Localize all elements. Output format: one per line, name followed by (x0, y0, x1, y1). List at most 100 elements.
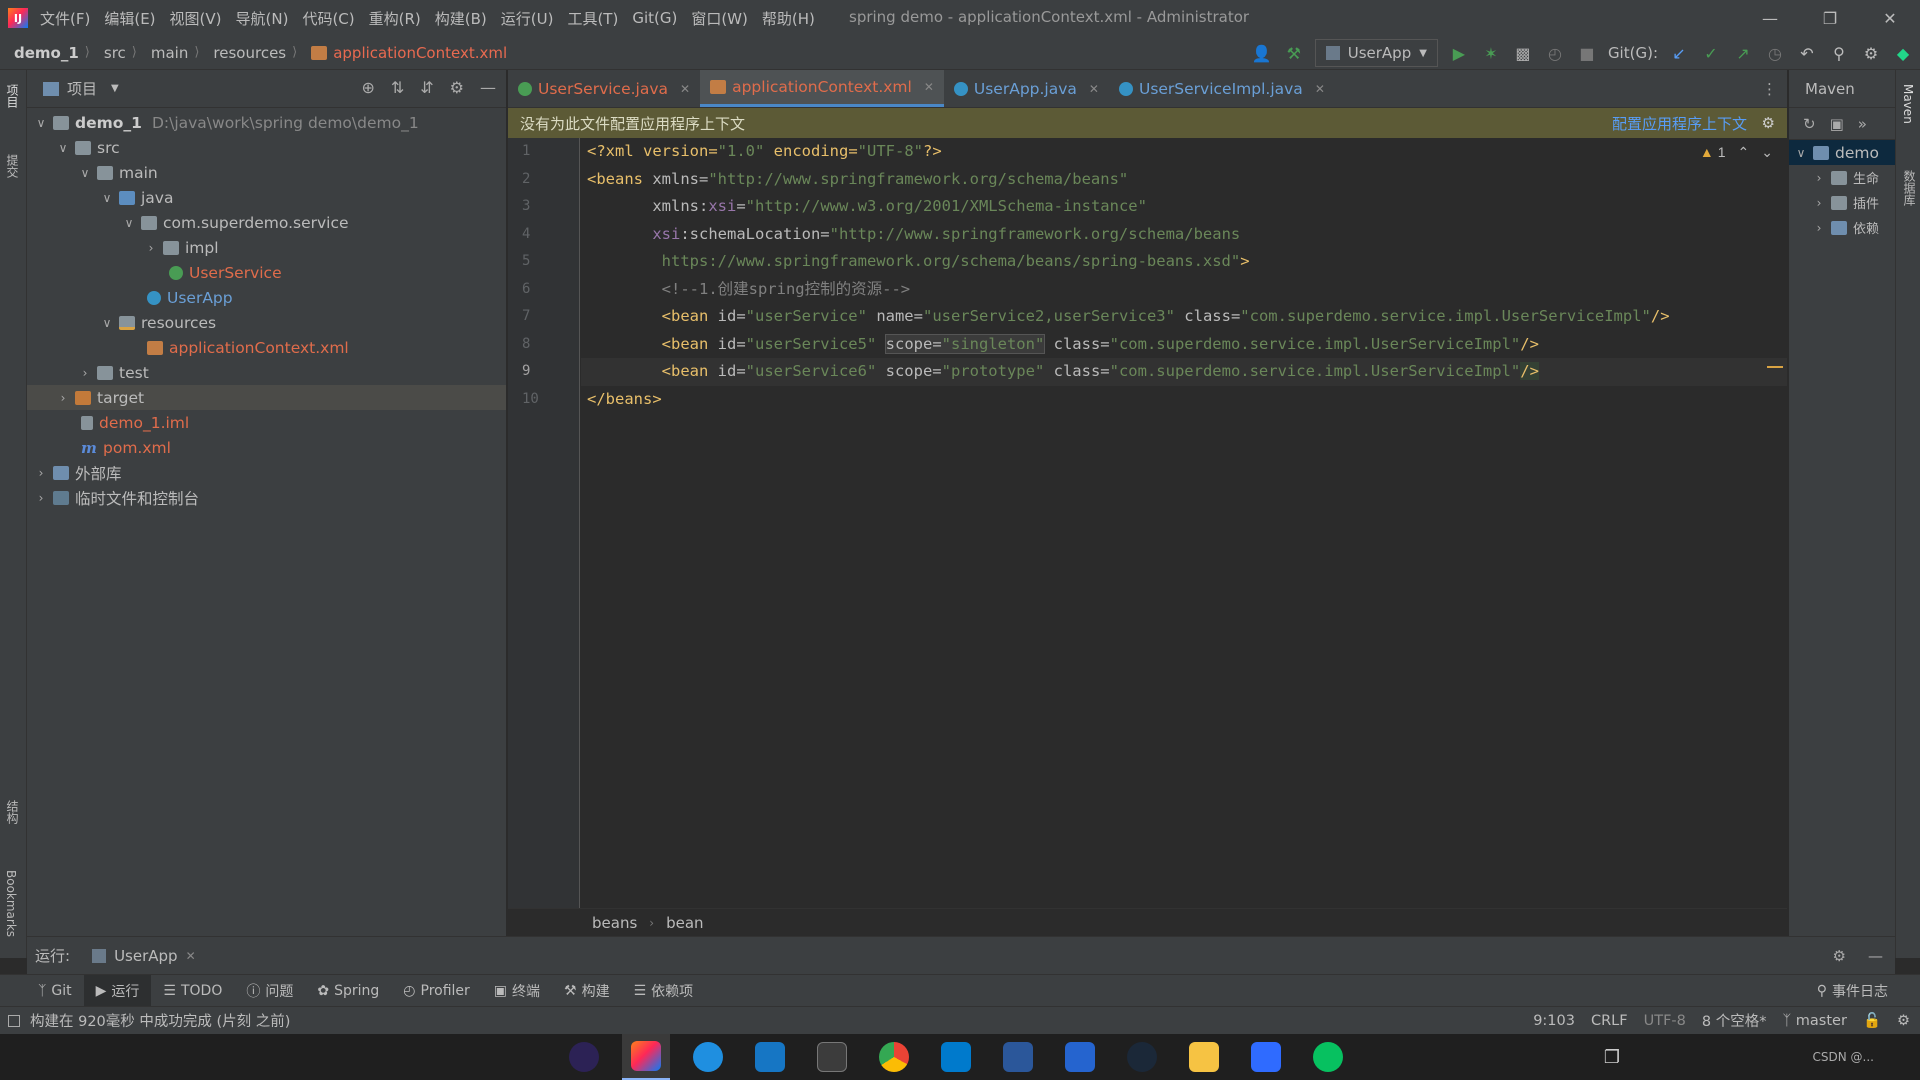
tool-tab-problems[interactable]: ⓘ 问题 (234, 975, 305, 1007)
tool-tab-run[interactable]: ▶ 运行 (83, 974, 152, 1007)
file-explorer-icon[interactable] (1180, 1034, 1228, 1080)
indent-setting[interactable]: 8 个空格* (1702, 1010, 1767, 1031)
menu-build[interactable]: 构建(B) (435, 8, 487, 29)
run-tab-userapp[interactable]: UserApp (114, 947, 178, 965)
structure-tool-tab[interactable]: 结构 (4, 800, 21, 824)
tree-node-test[interactable]: › test (27, 360, 506, 385)
project-tool-tab[interactable]: 项目 (4, 84, 21, 108)
close-tab-icon[interactable]: ✕ (1315, 82, 1325, 96)
chrome-icon[interactable] (870, 1034, 918, 1080)
close-tab-icon[interactable]: ✕ (1089, 82, 1099, 96)
maven-lifecycle[interactable]: › 生命 (1789, 165, 1895, 190)
search-icon[interactable]: ⚲ (1828, 42, 1850, 64)
gear-icon[interactable]: ⚙ (1762, 114, 1775, 132)
menu-run[interactable]: 运行(U) (501, 8, 554, 29)
hide-icon[interactable]: — (1868, 947, 1883, 965)
menu-navigate[interactable]: 导航(N) (236, 8, 289, 29)
tab-userapp[interactable]: UserApp.java ✕ (944, 70, 1109, 107)
commit-tool-tab[interactable]: 提交 (4, 154, 21, 178)
more-icon[interactable]: » (1858, 115, 1867, 133)
menu-file[interactable]: 文件(F) (40, 8, 90, 29)
git-branch[interactable]: ᛉ master (1782, 1013, 1846, 1029)
chevron-up-icon[interactable]: ⌃ (1738, 144, 1750, 161)
expand-all-icon[interactable]: ⇅ (391, 78, 404, 97)
debug-icon[interactable]: ✶ (1480, 42, 1502, 64)
line-separator[interactable]: CRLF (1591, 1013, 1628, 1029)
event-log-button[interactable]: ⚲ 事件日志 (1805, 975, 1900, 1007)
tree-node-scratches[interactable]: › 临时文件和控制台 (27, 485, 506, 510)
breadcrumb-project[interactable]: demo_1 (14, 44, 79, 62)
chevron-down-icon[interactable]: ▼ (111, 83, 119, 94)
tool-tab-dependencies[interactable]: ☰ 依赖项 (622, 975, 706, 1007)
tree-node-resources[interactable]: ∨ resources (27, 310, 506, 335)
close-tab-icon[interactable]: ✕ (924, 80, 934, 94)
run-icon[interactable]: ▶ (1448, 42, 1470, 64)
breadcrumb-main[interactable]: main (151, 44, 188, 62)
close-icon[interactable]: ✕ (1860, 0, 1920, 36)
tab-applicationcontext[interactable]: applicationContext.xml ✕ (700, 70, 944, 107)
breadcrumb-file[interactable]: applicationContext.xml (333, 44, 507, 62)
build-hammer-icon[interactable]: ⚒ (1283, 42, 1305, 64)
locate-icon[interactable]: ⊕ (361, 78, 374, 97)
close-tab-icon[interactable]: ✕ (680, 82, 690, 96)
code-editor[interactable]: ▲ 1 ⌃ ⌄ <?xml version="1.0" encoding="UT… (581, 138, 1787, 908)
browser-icon[interactable] (684, 1034, 732, 1080)
warning-stripe[interactable] (1767, 366, 1783, 368)
tab-userserviceimpl[interactable]: UserServiceImpl.java ✕ (1109, 70, 1335, 107)
plugin-icon[interactable]: ◆ (1892, 42, 1914, 64)
menu-refactor[interactable]: 重构(R) (369, 8, 421, 29)
menu-view[interactable]: 视图(V) (170, 8, 222, 29)
caret-position[interactable]: 9:103 (1533, 1013, 1575, 1029)
intellij-taskbar-icon[interactable] (622, 1034, 670, 1080)
todo-icon[interactable] (1056, 1034, 1104, 1080)
menu-help[interactable]: 帮助(H) (762, 8, 815, 29)
tree-node-java[interactable]: ∨ java (27, 185, 506, 210)
breadcrumb-src[interactable]: src (104, 44, 126, 62)
add-maven-project-icon[interactable]: ▣ (1830, 115, 1844, 133)
close-tab-icon[interactable]: ✕ (186, 949, 196, 963)
steam-icon[interactable] (1118, 1034, 1166, 1080)
tree-node-iml[interactable]: demo_1.iml (27, 410, 506, 435)
rollback-icon[interactable]: ↶ (1796, 42, 1818, 64)
maven-dependencies[interactable]: › 依赖 (1789, 215, 1895, 240)
panel-toggle-icon[interactable] (8, 1014, 20, 1027)
history-icon[interactable]: ◷ (1764, 42, 1786, 64)
stop-icon[interactable]: ■ (1576, 42, 1598, 64)
menu-code[interactable]: 代码(C) (302, 8, 354, 29)
user-icon[interactable]: 👤 (1251, 42, 1273, 64)
run-config-select[interactable]: UserApp ▼ (1314, 39, 1438, 67)
maven-tool-tab[interactable]: Maven (1901, 84, 1915, 124)
hide-icon[interactable]: — (480, 78, 496, 97)
status-message[interactable]: 构建在 920毫秒 中成功完成 (片刻 之前) (30, 1010, 290, 1031)
chevron-down-icon[interactable]: ⌄ (1761, 144, 1773, 161)
tool-tab-profiler[interactable]: ◴ Profiler (391, 975, 482, 1007)
project-panel-title[interactable]: 项目 (67, 78, 97, 99)
video-app-icon[interactable] (1242, 1034, 1290, 1080)
settings-gear-icon[interactable]: ⚙ (1860, 42, 1882, 64)
tab-userservice[interactable]: UserService.java ✕ (508, 70, 700, 107)
git-push-icon[interactable]: ↗ (1732, 42, 1754, 64)
gear-icon[interactable]: ⚙ (450, 78, 464, 97)
tree-node-pom[interactable]: m pom.xml (27, 435, 506, 460)
reload-icon[interactable]: ↻ (1803, 115, 1816, 133)
minimize-icon[interactable]: — (1740, 0, 1800, 36)
wechat-icon[interactable] (1304, 1034, 1352, 1080)
breadcrumb-beans[interactable]: beans (592, 914, 637, 932)
git-commit-icon[interactable]: ✓ (1700, 42, 1722, 64)
maven-title[interactable]: Maven (1805, 80, 1855, 98)
tree-node-src[interactable]: ∨ src (27, 135, 506, 160)
tool-tab-build[interactable]: ⚒ 构建 (552, 975, 622, 1007)
tree-node-package[interactable]: ∨ com.superdemo.service (27, 210, 506, 235)
tree-node-root[interactable]: ∨ demo_1 D:\java\work\spring demo\demo_1 (27, 110, 506, 135)
breadcrumb-resources[interactable]: resources (213, 44, 286, 62)
tool-tab-git[interactable]: ᛉ Git (26, 975, 84, 1007)
file-encoding[interactable]: UTF-8 (1644, 1013, 1686, 1029)
profile-icon[interactable]: ◴ (1544, 42, 1566, 64)
vscode-icon[interactable] (932, 1034, 980, 1080)
git-update-icon[interactable]: ↙ (1668, 42, 1690, 64)
terminal-icon[interactable] (808, 1034, 856, 1080)
restore-icon[interactable]: ❐ (1800, 0, 1860, 36)
configure-context-link[interactable]: 配置应用程序上下文 (1612, 113, 1747, 134)
menu-window[interactable]: 窗口(W) (691, 8, 748, 29)
menu-git[interactable]: Git(G) (632, 9, 677, 27)
